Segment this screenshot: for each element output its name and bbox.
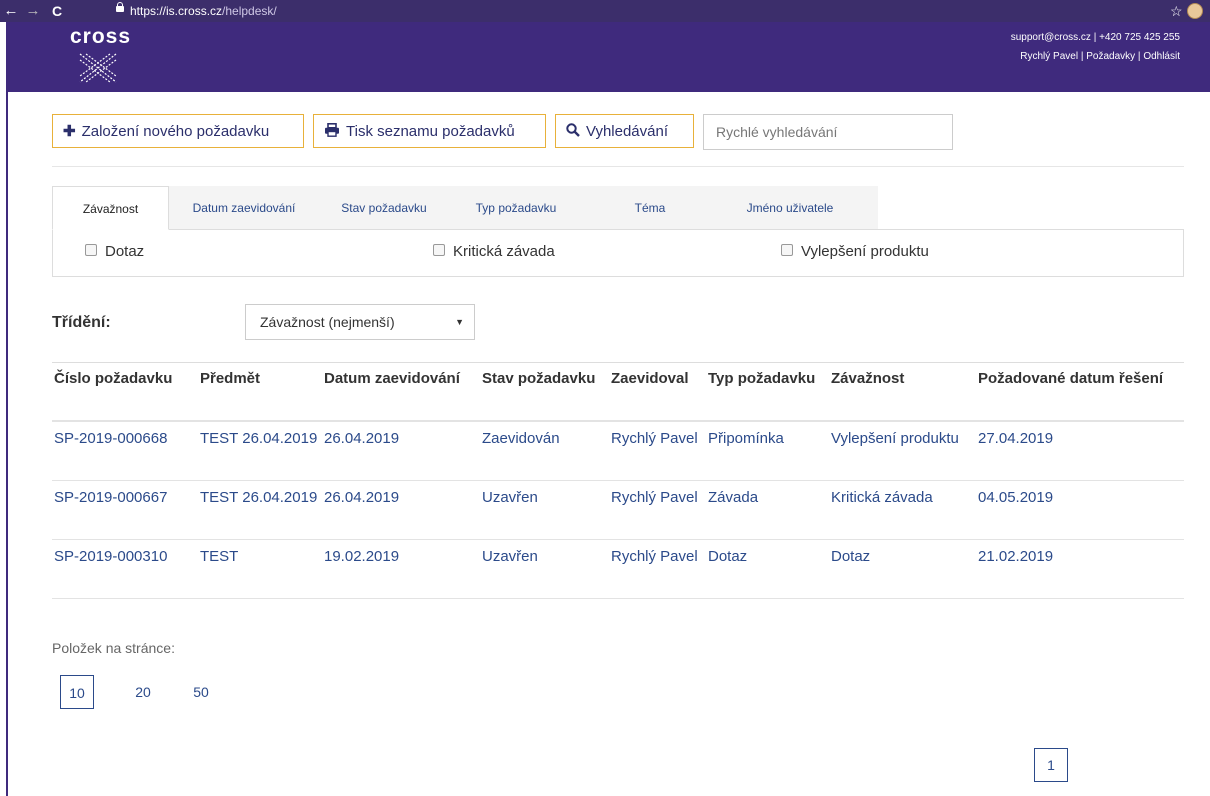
request-number-link[interactable]: SP-2019-000668 bbox=[54, 430, 167, 447]
table-row[interactable]: SP-2019-000668 TEST 26.04.2019 26.04.201… bbox=[52, 422, 1184, 481]
checkbox[interactable] bbox=[433, 244, 445, 256]
sort-select[interactable]: Závažnost (nejmenší) ▼ bbox=[245, 304, 475, 340]
quick-search-input[interactable] bbox=[703, 114, 953, 150]
checkbox[interactable] bbox=[781, 244, 793, 256]
window-edge bbox=[6, 22, 8, 796]
subject-cell[interactable]: TEST 26.04.2019 bbox=[200, 489, 317, 506]
per-page-option-20[interactable]: 20 bbox=[128, 675, 158, 709]
page-button-current[interactable]: 1 bbox=[1034, 748, 1068, 782]
requests-link[interactable]: Požadavky bbox=[1086, 51, 1135, 62]
toolbar-divider bbox=[52, 166, 1184, 167]
column-header[interactable]: Stav požadavku bbox=[482, 370, 595, 387]
type-cell[interactable]: Závada bbox=[708, 489, 758, 506]
app-header: cross support@cross.cz | +420 725 425 25… bbox=[8, 22, 1210, 92]
tab-request-status[interactable]: Stav požadavku bbox=[319, 186, 449, 230]
bookmark-star-icon[interactable]: ☆ bbox=[1170, 0, 1183, 22]
user-links: Rychlý Pavel | Požadavky | Odhlásit bbox=[1020, 51, 1180, 62]
due-date-cell[interactable]: 27.04.2019 bbox=[978, 430, 1053, 447]
browser-toolbar: ← → C https://is.cross.cz/helpdesk/ ☆ bbox=[0, 0, 1210, 22]
plus-icon: ✚ bbox=[63, 123, 76, 140]
filter-checkbox-improvement[interactable]: Vylepšení produktu bbox=[781, 243, 929, 260]
tab-severity[interactable]: Závažnost bbox=[52, 186, 169, 230]
column-header[interactable]: Typ požadavku bbox=[708, 370, 815, 387]
logout-link[interactable]: Odhlásit bbox=[1143, 51, 1180, 62]
table-header: Číslo požadavku Předmět Datum zaevidován… bbox=[52, 362, 1184, 422]
support-contact: support@cross.cz | +420 725 425 255 bbox=[1010, 32, 1180, 43]
registered-by-cell[interactable]: Rychlý Pavel bbox=[611, 548, 698, 565]
sort-selected-value: Závažnost (nejmenší) bbox=[260, 314, 395, 330]
table-row[interactable]: SP-2019-000310 TEST 19.02.2019 Uzavřen R… bbox=[52, 540, 1184, 599]
back-arrow-icon[interactable]: ← bbox=[2, 0, 20, 22]
type-cell[interactable]: Dotaz bbox=[708, 548, 747, 565]
subject-cell[interactable]: TEST bbox=[200, 548, 238, 565]
status-cell[interactable]: Uzavřen bbox=[482, 548, 538, 565]
subject-cell[interactable]: TEST 26.04.2019 bbox=[200, 430, 317, 447]
column-header[interactable]: Předmět bbox=[200, 370, 260, 387]
column-header[interactable]: Číslo požadavku bbox=[54, 370, 172, 387]
table-row[interactable]: SP-2019-000667 TEST 26.04.2019 26.04.201… bbox=[52, 481, 1184, 540]
column-header[interactable]: Závažnost bbox=[831, 370, 904, 387]
tab-registration-date[interactable]: Datum zaevidování bbox=[169, 186, 319, 230]
registered-by-cell[interactable]: Rychlý Pavel bbox=[611, 489, 698, 506]
search-icon bbox=[566, 115, 580, 149]
column-header[interactable]: Datum zaevidování bbox=[324, 370, 460, 387]
tab-user-name[interactable]: Jméno uživatele bbox=[717, 186, 863, 230]
checkbox[interactable] bbox=[85, 244, 97, 256]
registration-date-cell[interactable]: 26.04.2019 bbox=[324, 489, 399, 506]
url-path: /helpdesk/ bbox=[222, 4, 277, 18]
print-list-button[interactable]: Tisk seznamu požadavků bbox=[313, 114, 546, 148]
logo-cross-icon bbox=[79, 53, 117, 83]
severity-cell[interactable]: Vylepšení produktu bbox=[831, 430, 959, 447]
status-cell[interactable]: Zaevidován bbox=[482, 430, 560, 447]
lock-icon bbox=[116, 2, 124, 12]
url-host: https://is.cross.cz bbox=[130, 4, 223, 18]
caret-down-icon: ▼ bbox=[455, 317, 464, 327]
column-header[interactable]: Požadované datum řešení bbox=[978, 370, 1163, 387]
severity-cell[interactable]: Kritická závada bbox=[831, 489, 933, 506]
new-request-button[interactable]: ✚ Založení nového požadavku bbox=[52, 114, 304, 148]
column-header[interactable]: Zaevidoval bbox=[611, 370, 689, 387]
status-cell[interactable]: Uzavřen bbox=[482, 489, 538, 506]
filter-panel: Dotaz Kritická závada Vylepšení produktu bbox=[52, 229, 1184, 277]
due-date-cell[interactable]: 04.05.2019 bbox=[978, 489, 1053, 506]
user-name-link[interactable]: Rychlý Pavel bbox=[1020, 51, 1078, 62]
filter-checkbox-query[interactable]: Dotaz bbox=[85, 243, 144, 260]
profile-avatar[interactable] bbox=[1187, 3, 1203, 19]
tab-topic[interactable]: Téma bbox=[583, 186, 717, 230]
logo-text[interactable]: cross bbox=[70, 26, 131, 48]
filter-tabs: Závažnost Datum zaevidování Stav požadav… bbox=[52, 186, 878, 230]
address-bar[interactable]: https://is.cross.cz/helpdesk/ bbox=[130, 0, 277, 22]
per-page-option-10[interactable]: 10 bbox=[60, 675, 94, 709]
filter-checkbox-critical[interactable]: Kritická závada bbox=[433, 243, 555, 260]
reload-icon[interactable]: C bbox=[48, 0, 66, 22]
search-button[interactable]: Vyhledávání bbox=[555, 114, 694, 148]
tab-request-type[interactable]: Typ požadavku bbox=[449, 186, 583, 230]
per-page-option-50[interactable]: 50 bbox=[186, 675, 216, 709]
sort-label: Třídění: bbox=[52, 314, 111, 331]
request-number-link[interactable]: SP-2019-000310 bbox=[54, 548, 167, 565]
severity-cell[interactable]: Dotaz bbox=[831, 548, 870, 565]
registered-by-cell[interactable]: Rychlý Pavel bbox=[611, 430, 698, 447]
request-number-link[interactable]: SP-2019-000667 bbox=[54, 489, 167, 506]
registration-date-cell[interactable]: 26.04.2019 bbox=[324, 430, 399, 447]
forward-arrow-icon[interactable]: → bbox=[24, 0, 42, 22]
registration-date-cell[interactable]: 19.02.2019 bbox=[324, 548, 399, 565]
printer-icon bbox=[324, 115, 340, 149]
per-page-label: Položek na stránce: bbox=[52, 640, 175, 656]
type-cell[interactable]: Připomínka bbox=[708, 430, 784, 447]
due-date-cell[interactable]: 21.02.2019 bbox=[978, 548, 1053, 565]
